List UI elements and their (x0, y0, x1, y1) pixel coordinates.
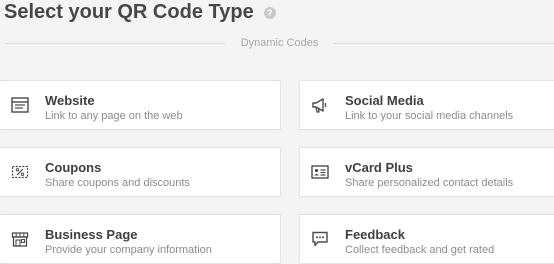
header: Select your QR Code Type ? (4, 1, 276, 24)
qr-type-card-social-media[interactable]: Social Media Link to your social media c… (299, 80, 554, 130)
section-label: Dynamic Codes (240, 37, 319, 49)
card-description: Share personalized contact details (345, 177, 514, 189)
card-title: vCard Plus (345, 160, 413, 175)
qr-type-card-coupons[interactable]: Coupons Share coupons and discounts (0, 147, 281, 197)
browser-window-icon (10, 95, 30, 115)
chat-bubble-icon (310, 229, 330, 249)
qr-type-card-feedback[interactable]: Feedback Collect feedback and get rated (299, 214, 554, 264)
card-title: Website (45, 93, 95, 108)
qr-type-card-business-page[interactable]: Business Page Provide your company infor… (0, 214, 281, 264)
card-title: Feedback (345, 227, 405, 242)
card-description: Link to your social media channels (345, 110, 514, 122)
card-description: Provide your company information (45, 244, 212, 256)
card-description: Share coupons and discounts (45, 177, 190, 189)
qr-type-card-website[interactable]: Website Link to any page on the web (0, 80, 281, 130)
card-description: Collect feedback and get rated (345, 244, 495, 256)
card-description: Link to any page on the web (45, 110, 183, 122)
contact-card-icon (310, 162, 330, 182)
question-icon[interactable]: ? (263, 6, 276, 19)
card-title: Coupons (45, 160, 102, 175)
divider-line-left (5, 42, 225, 44)
storefront-icon (10, 229, 30, 249)
card-title: Social Media (345, 93, 424, 108)
card-title: Business Page (45, 227, 138, 242)
divider-line-right (334, 42, 554, 44)
coupon-percent-icon (10, 162, 30, 182)
section-divider: Dynamic Codes (0, 35, 554, 51)
megaphone-icon (310, 95, 330, 115)
qr-type-card-vcard-plus[interactable]: vCard Plus Share personalized contact de… (299, 147, 554, 197)
page-title: Select your QR Code Type (4, 1, 254, 23)
